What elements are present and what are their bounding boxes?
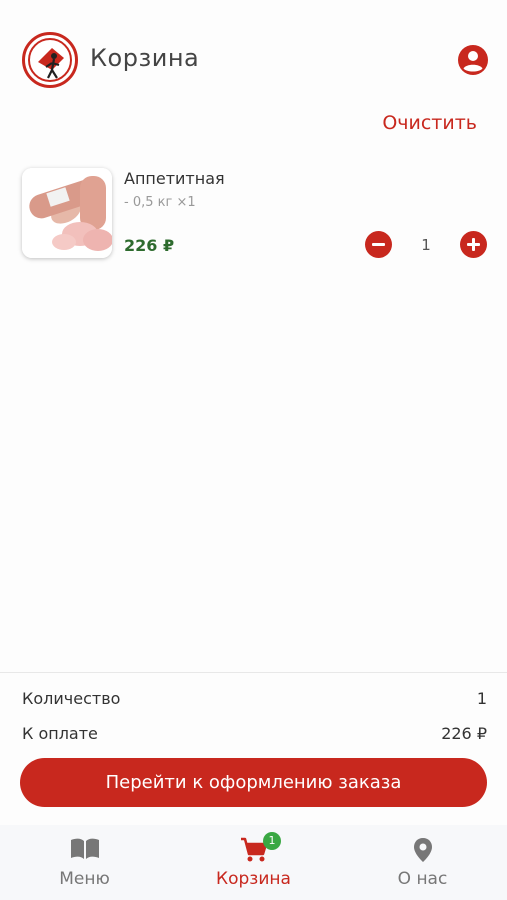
tab-about[interactable]: О нас (338, 825, 507, 900)
tab-about-label: О нас (397, 869, 448, 889)
summary-quantity-row: Количество 1 (22, 689, 487, 708)
summary-total-value: 226 ₽ (441, 724, 487, 743)
cart-item: Аппетитная - 0,5 кг ×1 226 ₽ 1 (20, 166, 490, 262)
bottom-tab-bar: Меню Корзина О нас (0, 825, 507, 900)
product-price: 226 ₽ (124, 236, 175, 255)
summary-total-row: К оплате 226 ₽ (22, 724, 487, 743)
minus-icon (372, 243, 385, 246)
product-name[interactable]: Аппетитная (124, 169, 225, 188)
quantity-value: 1 (421, 236, 431, 254)
tab-menu[interactable]: Меню (0, 825, 169, 900)
increase-quantity-button[interactable] (460, 231, 487, 258)
cart-count-badge: 1 (263, 832, 281, 850)
summary-total-label: К оплате (22, 724, 98, 743)
clear-cart-button[interactable]: Очистить (382, 112, 477, 134)
product-description: - 0,5 кг ×1 (124, 195, 196, 210)
decrease-quantity-button[interactable] (365, 231, 392, 258)
location-pin-icon (413, 838, 432, 862)
tab-cart-label: Корзина (216, 869, 291, 889)
summary-quantity-value: 1 (476, 689, 487, 708)
account-icon[interactable] (457, 44, 489, 76)
summary-divider (0, 672, 507, 673)
book-icon (70, 838, 99, 859)
summary-quantity-label: Количество (22, 689, 121, 708)
tab-menu-label: Меню (59, 869, 110, 889)
checkout-button[interactable]: Перейти к оформлению заказа (20, 758, 487, 807)
tab-cart[interactable]: Корзина (169, 825, 338, 900)
plus-icon (467, 238, 480, 251)
page-title: Корзина (90, 44, 200, 72)
app-header: Корзина (0, 0, 507, 110)
brand-logo (22, 32, 78, 88)
product-image[interactable] (22, 168, 112, 258)
